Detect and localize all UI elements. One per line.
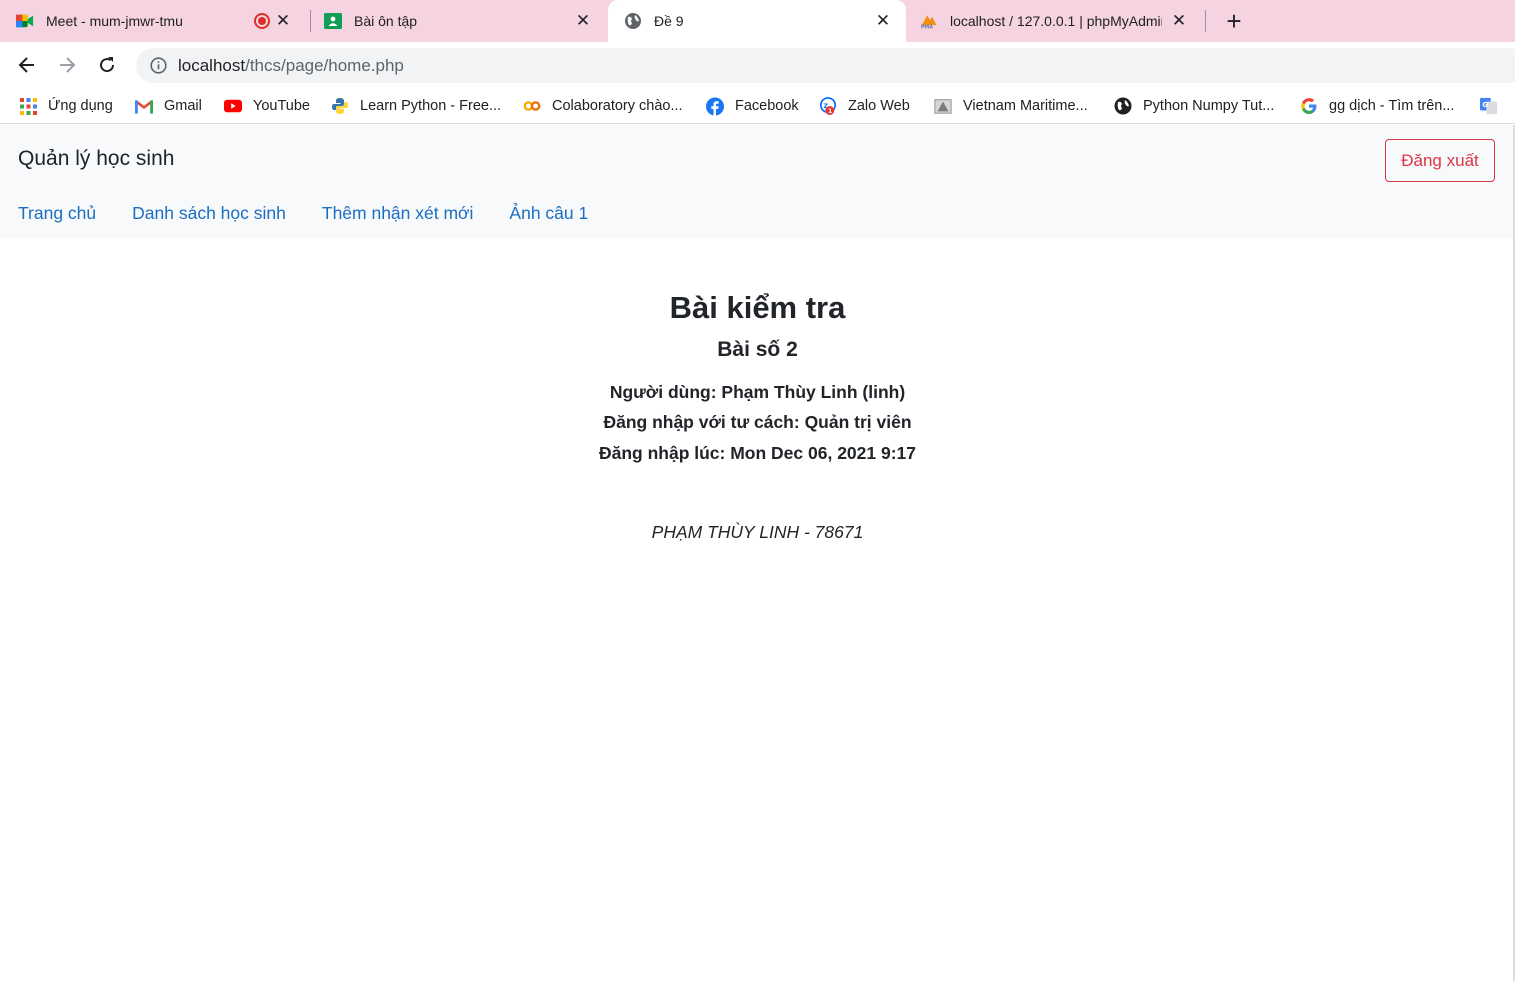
colab-icon [523,97,541,115]
logout-button[interactable]: Đăng xuất [1385,139,1495,182]
tab-title: Meet - mum-jmwr-tmu [46,13,183,29]
navbar: Quản lý học sinh Đăng xuất Trang chủ Dan… [0,125,1515,238]
back-button[interactable] [13,51,41,79]
phpmyadmin-icon: PMA [920,12,938,30]
bookmark-facebook[interactable]: Facebook [706,96,799,116]
youtube-icon [224,97,242,115]
close-tab-icon[interactable]: ✕ [1170,12,1188,30]
tab-title: Bài ôn tập [354,13,418,29]
nav-link-add-comment[interactable]: Thêm nhận xét mới [322,203,474,224]
student-signature: PHẠM THÙY LINH - 78671 [651,522,864,542]
bookmark-label: Gmail [164,98,202,114]
bookmark-label: Vietnam Maritime... [963,98,1088,114]
user-info: Người dùng: Phạm Thùy Linh (linh) [609,382,906,402]
bookmark-zalo[interactable]: Z 1 Zalo Web [819,96,910,116]
tab-phpmyadmin[interactable]: PMA localhost / 127.0.0.1 | phpMyAdmin ✕ [920,0,1202,42]
bookmark-apps[interactable]: Ứng dụng [19,96,113,116]
tab-de-9[interactable]: Đề 9 ✕ [608,0,906,42]
gmail-icon [135,97,153,115]
role-info: Đăng nhập với tư cách: Quản trị viên [603,412,912,432]
tab-bai-on-tap[interactable]: Bài ôn tập ✕ [324,0,606,42]
new-tab-button[interactable]: + [1222,8,1246,34]
close-tab-icon[interactable]: ✕ [574,12,592,30]
bookmark-vimaru[interactable]: Vietnam Maritime... [934,96,1088,116]
login-time-info: Đăng nhập lúc: Mon Dec 06, 2021 9:17 [598,443,917,463]
google-meet-icon [16,12,34,30]
bookmark-numpy[interactable]: Python Numpy Tut... [1114,96,1274,116]
close-tab-icon[interactable]: ✕ [274,12,292,30]
zalo-badge: 1 [828,108,832,115]
nav-link-question-1-image[interactable]: Ảnh câu 1 [509,203,588,224]
facebook-icon [706,97,724,115]
tab-meet[interactable]: Meet - mum-jmwr-tmu ✕ [16,0,306,42]
page-subtitle: Bài số 2 [717,338,798,361]
tab-separator [310,10,311,32]
bookmark-gmail[interactable]: Gmail [135,96,202,116]
nav-links: Trang chủ Danh sách học sinh Thêm nhận x… [18,203,588,224]
google-icon [1300,97,1318,115]
browser-toolbar: localhost/thcs/page/home.php [0,42,1515,88]
zalo-icon: Z 1 [819,97,837,115]
vimaru-icon [934,97,952,115]
bookmark-label: Facebook [735,98,799,114]
bookmark-label: Zalo Web [848,98,910,114]
bookmark-label: Ứng dụng [48,98,113,114]
bookmark-label: Learn Python - Free... [360,98,502,114]
bookmark-label: gg dịch - Tìm trên... [1329,98,1455,114]
url-host: localhost [178,55,246,75]
recording-icon [254,13,270,29]
navbar-brand[interactable]: Quản lý học sinh [18,147,174,171]
url-path: /thcs/page/home.php [245,55,404,75]
bookmark-label: Python Numpy Tut... [1143,98,1275,114]
page-title: Bài kiểm tra [669,290,846,325]
nav-link-student-list[interactable]: Danh sách học sinh [132,203,286,224]
bookmark-label: YouTube [253,98,310,114]
back-arrow-icon [18,57,34,73]
google-classroom-icon [324,12,342,30]
python-icon [331,97,349,115]
google-translate-icon: G [1480,97,1498,115]
tab-title: Đề 9 [654,13,684,29]
apps-grid-icon [19,97,37,115]
bookmark-label: Colaboratory chào... [552,98,683,114]
svg-text:G: G [1482,100,1488,109]
bookmark-learn-python[interactable]: Learn Python - Free... [331,96,501,116]
forward-button[interactable] [53,51,81,79]
page-viewport: Quản lý học sinh Đăng xuất Trang chủ Dan… [0,125,1515,981]
bookmark-youtube[interactable]: YouTube [224,96,310,116]
reload-button[interactable] [93,51,121,79]
close-tab-icon[interactable]: ✕ [874,12,892,30]
tab-separator [1205,10,1206,32]
bookmark-colab[interactable]: Colaboratory chào... [523,96,683,116]
forward-arrow-icon [60,57,76,73]
reload-icon [100,57,115,73]
nav-link-home[interactable]: Trang chủ [18,203,96,224]
svg-text:PMA: PMA [921,24,933,30]
bookmark-gg-dich[interactable]: gg dịch - Tìm trên... [1300,96,1454,116]
address-bar[interactable]: localhost/thcs/page/home.php [136,48,1515,83]
globe-icon [624,12,642,30]
bookmarks-bar: Ứng dụng Gmail YouTube Learn Python - Fr… [0,88,1515,124]
globe-icon [1114,97,1132,115]
bookmark-google-translate[interactable]: G [1480,96,1509,116]
tab-strip: Meet - mum-jmwr-tmu ✕ Bài ôn tập ✕ Đề 9 … [0,0,1515,42]
tab-title: localhost / 127.0.0.1 | phpMyAdmin [950,13,1162,29]
site-info-icon[interactable] [149,57,167,75]
url-text: localhost/thcs/page/home.php [178,56,404,76]
